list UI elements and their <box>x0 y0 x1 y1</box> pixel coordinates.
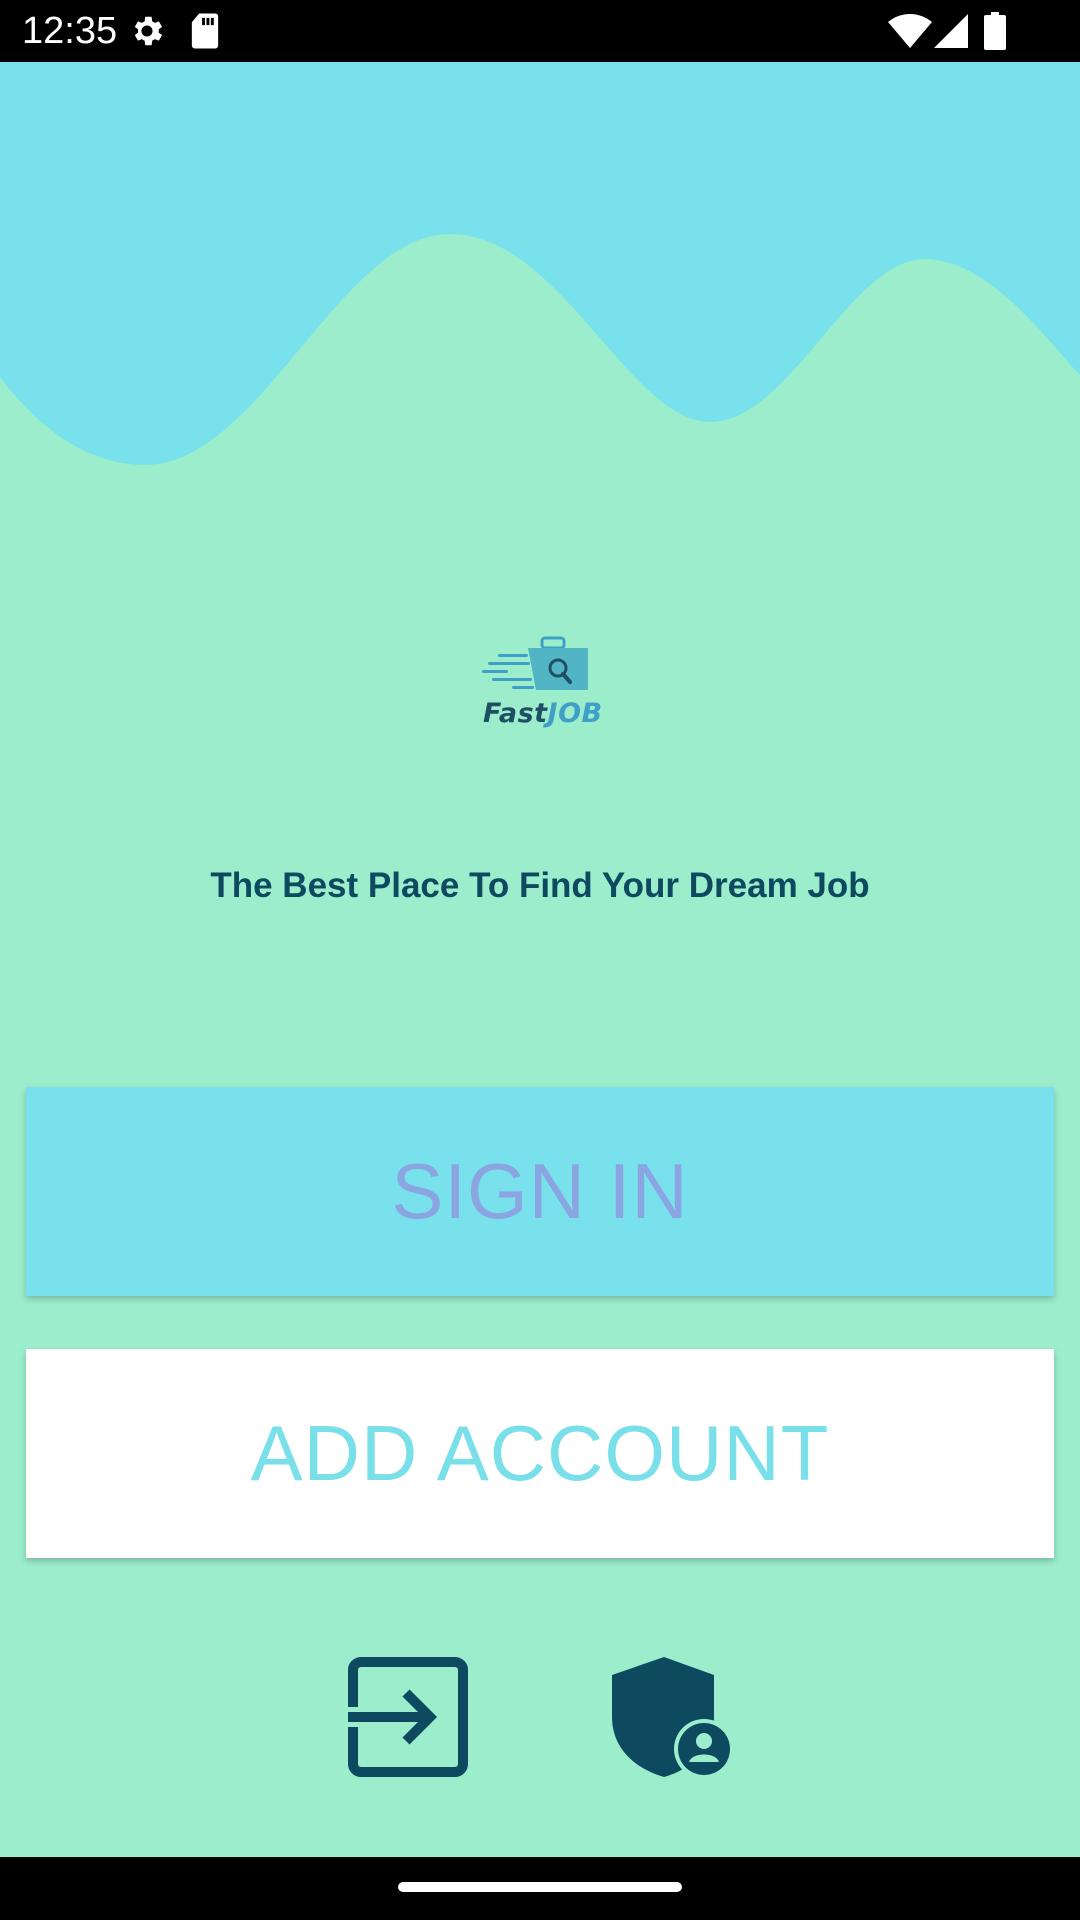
tagline: The Best Place To Find Your Dream Job <box>210 866 870 905</box>
add-account-label: ADD ACCOUNT <box>250 1409 830 1497</box>
wifi-icon <box>888 14 932 53</box>
home-gesture-handle[interactable] <box>398 1882 682 1892</box>
signal-icon <box>934 14 968 53</box>
logo-fast-text: Fast <box>483 698 548 729</box>
status-bar: 12:35 <box>0 0 1080 62</box>
sign-in-button[interactable]: SIGN IN <box>26 1087 1054 1296</box>
battery-icon <box>984 12 1006 55</box>
sd-card-icon <box>190 12 220 55</box>
logo-job-text: JOB <box>547 698 603 729</box>
header-wave <box>0 62 1080 465</box>
status-time: 12:35 <box>22 10 118 52</box>
gear-icon <box>128 12 166 55</box>
sign-in-label: SIGN IN <box>391 1147 689 1235</box>
welcome-screen: FastJOB The Best Place To Find Your Drea… <box>0 62 1080 1857</box>
exit-to-app-icon[interactable] <box>348 1657 468 1782</box>
logo-wordmark: FastJOB <box>483 698 603 729</box>
admin-shield-icon[interactable] <box>612 1657 734 1782</box>
add-account-button[interactable]: ADD ACCOUNT <box>26 1349 1054 1558</box>
